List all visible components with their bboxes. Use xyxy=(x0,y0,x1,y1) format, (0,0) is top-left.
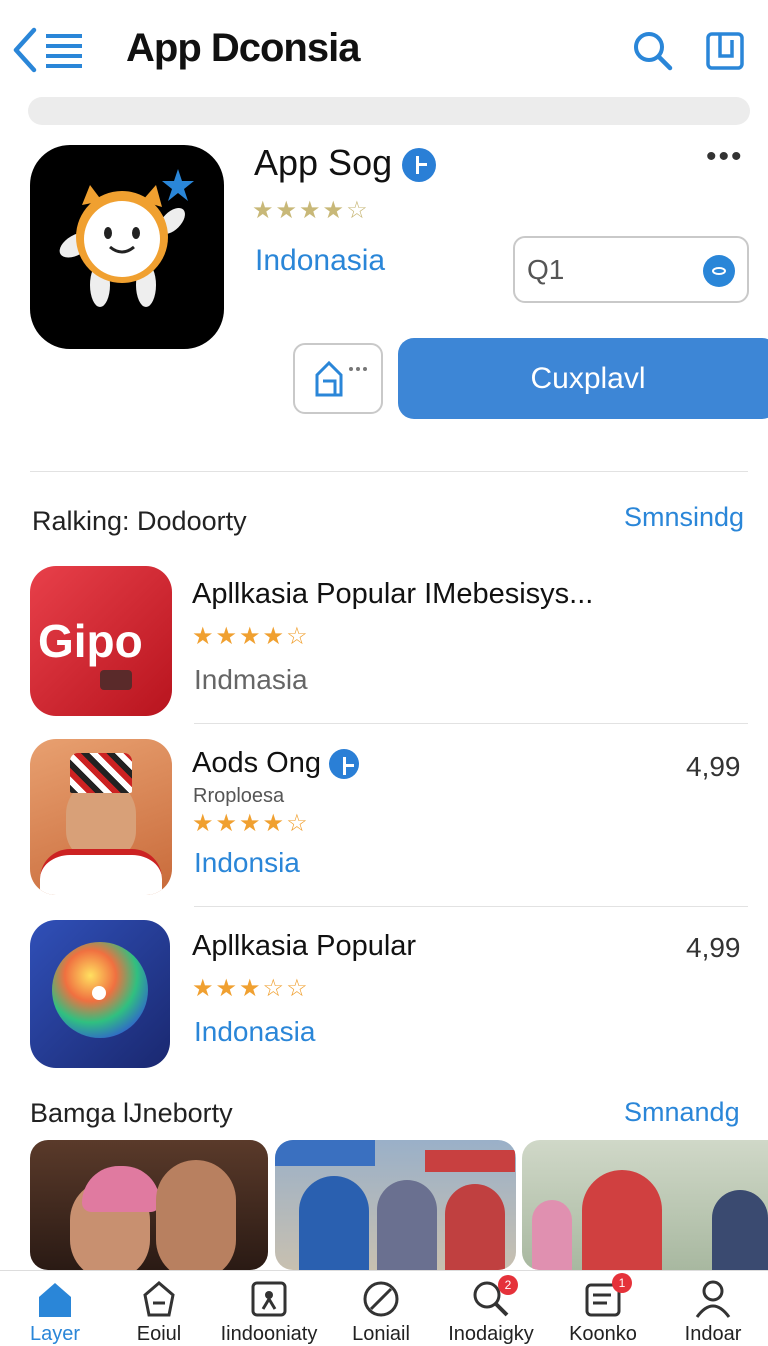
person-photo xyxy=(532,1200,572,1270)
app-region: Indmasia xyxy=(194,664,308,695)
person-photo xyxy=(156,1160,236,1270)
tab-label: Loniail xyxy=(352,1323,410,1345)
more-options-icon[interactable]: ••• xyxy=(706,140,744,174)
download-button[interactable] xyxy=(704,30,746,72)
get-button[interactable]: Cuxplavl xyxy=(398,338,768,419)
search-bar[interactable] xyxy=(28,97,750,125)
home-icon xyxy=(39,1283,71,1317)
tab-bar: Layer Eoiul Iindooniaty Loniail 2 Inodai… xyxy=(0,1270,768,1345)
awning-icon xyxy=(425,1150,515,1172)
divider xyxy=(30,471,748,472)
verified-badge-icon xyxy=(329,749,360,780)
tab-label: Iindooniaty xyxy=(220,1323,318,1345)
download-icon xyxy=(706,32,744,70)
app-icon xyxy=(30,145,224,349)
tab-label: Indoar xyxy=(684,1323,742,1345)
version-value: Q1 xyxy=(527,254,565,285)
app-price[interactable]: 4,99 xyxy=(686,932,741,964)
photo-tile[interactable] xyxy=(275,1140,516,1270)
app-icon xyxy=(30,920,170,1068)
app-name: Aods Ong xyxy=(192,747,360,780)
photo-tile[interactable] xyxy=(522,1140,768,1270)
app-icon-label: Gipo xyxy=(38,615,143,667)
apps-icon xyxy=(143,1281,175,1317)
app-icon xyxy=(30,739,172,895)
list-item[interactable]: Gipo Apllkasia Popular IMebesisys... ★★★… xyxy=(0,560,768,722)
notification-badge: 2 xyxy=(498,1275,518,1295)
headscarf-icon xyxy=(82,1166,160,1212)
person-photo xyxy=(712,1190,768,1270)
divider xyxy=(194,723,748,724)
verified-badge-icon xyxy=(402,148,437,183)
search-icon xyxy=(634,32,673,71)
blocked-icon xyxy=(363,1281,399,1317)
back-menu-icon xyxy=(13,27,82,73)
app-name: Apllkasia Popular xyxy=(192,930,417,962)
app-name: Apllkasia Popular IMebesisys... xyxy=(192,578,594,610)
see-all-link[interactable]: Smnsindg xyxy=(624,502,744,533)
person-photo xyxy=(582,1170,662,1270)
app-name: App Sog xyxy=(254,142,437,184)
search-button[interactable] xyxy=(632,30,674,72)
tab-label: Inodaigky xyxy=(448,1323,534,1345)
eye-icon[interactable] xyxy=(703,255,735,287)
list-item[interactable]: Aods Ong Rroploesa ★★★★☆ Indonsia 4,99 xyxy=(0,735,768,900)
app-name-text: App Sog xyxy=(254,142,393,183)
app-subtitle: Rroploesa xyxy=(193,785,285,807)
shirt-icon xyxy=(40,849,162,895)
awning-icon xyxy=(275,1140,375,1166)
tab-label: Layer xyxy=(29,1323,81,1345)
app-rating: ★★★★☆ xyxy=(192,623,310,650)
version-field[interactable]: Q1 xyxy=(513,236,749,303)
app-rating: ★★★☆☆ xyxy=(192,975,310,1002)
notification-badge: 1 xyxy=(612,1273,632,1293)
section-title: Bamga lJneborty xyxy=(30,1098,233,1128)
person-photo xyxy=(445,1184,505,1270)
page-title: App Dconsia xyxy=(126,26,360,70)
divider xyxy=(194,906,748,907)
app-rating: ★★★★☆ xyxy=(252,197,370,224)
tab-label: Eoiul xyxy=(136,1323,182,1345)
app-region: Indonasia xyxy=(194,1016,316,1047)
share-button[interactable] xyxy=(293,343,383,414)
hat-icon xyxy=(70,753,132,793)
games-icon xyxy=(251,1281,287,1317)
back-button[interactable] xyxy=(8,24,88,76)
photo-tile[interactable] xyxy=(30,1140,268,1270)
profile-icon xyxy=(695,1280,731,1318)
list-item[interactable]: Apllkasia Popular ★★★☆☆ Indonasia 4,99 xyxy=(0,916,768,1076)
phone-hand-icon xyxy=(100,670,132,690)
person-photo xyxy=(299,1176,369,1270)
app-name-text: Aods Ong xyxy=(192,747,321,779)
share-icon xyxy=(315,360,367,397)
app-region: Indonsia xyxy=(194,847,300,878)
orb-center-icon xyxy=(92,986,106,1000)
section-title: Ralking: Dodoorty xyxy=(32,506,247,536)
see-all-link[interactable]: Smnandg xyxy=(624,1097,740,1128)
person-photo xyxy=(377,1180,437,1270)
app-icon: Gipo xyxy=(30,566,172,716)
app-price[interactable]: 4,99 xyxy=(686,751,741,783)
app-rating: ★★★★☆ xyxy=(192,810,310,837)
app-region: Indonasia xyxy=(255,244,386,277)
tab-label: Koonko xyxy=(569,1323,637,1345)
mascot-icon xyxy=(59,169,194,307)
